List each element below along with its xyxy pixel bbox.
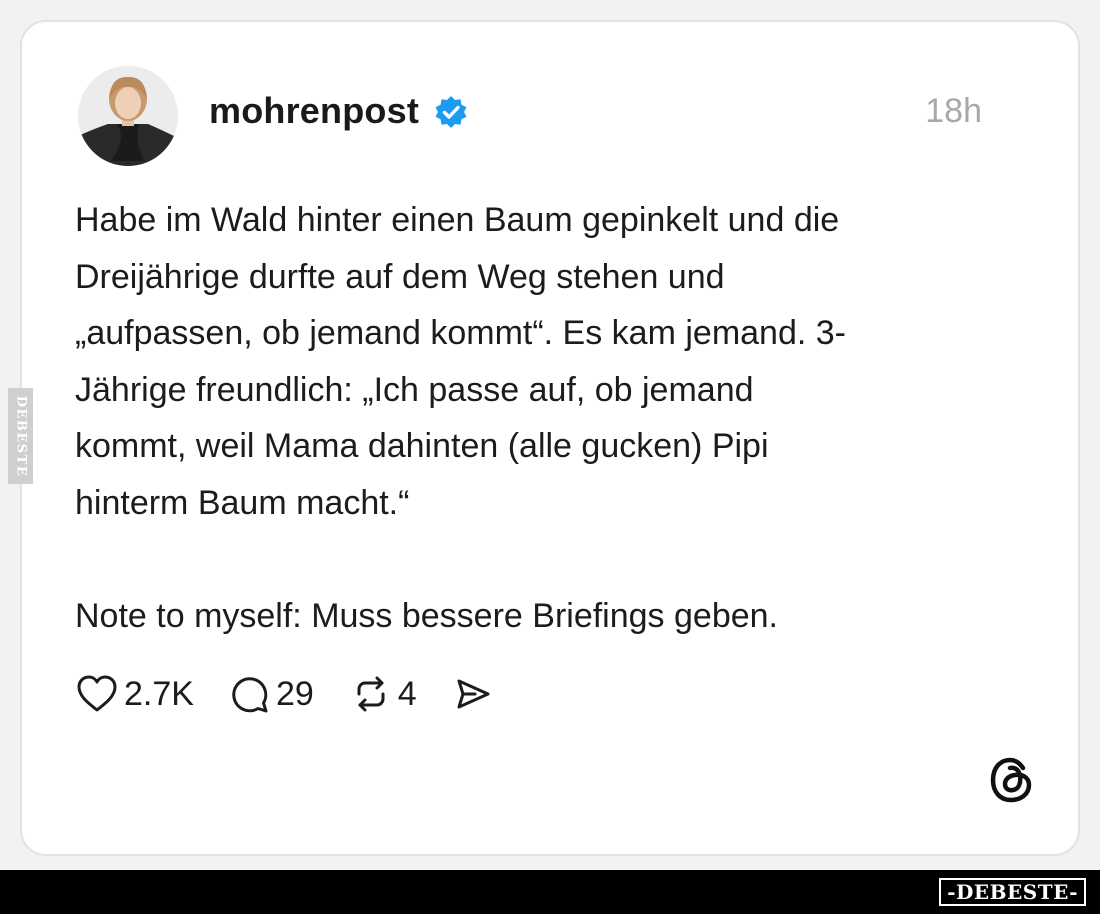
like-button[interactable]: 2.7K (76, 674, 194, 714)
repost-icon (357, 676, 385, 712)
threads-logo-icon[interactable] (988, 756, 1036, 804)
post-text-line: Dreijährige durfte auf dem Weg stehen un… (75, 257, 725, 296)
post-card: mohrenpost 18h Habe im Wald hinter einen… (20, 20, 1080, 856)
side-watermark-text: DEBESTE (13, 395, 28, 477)
post-note-line: Note to myself: Muss bessere Briefings g… (75, 596, 778, 635)
verified-badge-icon (435, 96, 467, 128)
comment-count: 29 (275, 674, 314, 713)
post-text-line: „aufpassen, ob jemand kommt“. Es kam jem… (75, 314, 846, 352)
post-body: Habe im Wald hinter einen Baum gepinkelt… (75, 192, 1015, 644)
username[interactable]: mohrenpost (209, 90, 419, 132)
bottom-bar: -DEBESTE- (0, 870, 1100, 914)
heart-icon (77, 675, 117, 712)
comment-icon (232, 677, 268, 713)
repost-button[interactable]: 4 (350, 674, 417, 714)
like-count: 2.7K (124, 674, 194, 713)
comment-button[interactable]: 29 (230, 674, 314, 714)
bottom-watermark: -DEBESTE- (939, 878, 1086, 906)
post-text-line: hinterm Baum macht.“ (75, 483, 410, 522)
share-button[interactable] (453, 674, 493, 714)
share-icon (457, 679, 490, 709)
post-text-line: Jährige freundlich: „Ich passe auf, ob j… (75, 370, 754, 409)
action-bar: 2.7K 29 4 (76, 672, 529, 716)
post-text-line: kommt, weil Mama dahinten (alle gucken) … (75, 427, 769, 465)
avatar[interactable] (78, 66, 178, 166)
avatar-image (78, 66, 178, 166)
post-timestamp: 18h (925, 92, 982, 130)
post-text-line: Habe im Wald hinter einen Baum gepinkelt… (75, 201, 840, 239)
side-watermark: DEBESTE (8, 388, 33, 484)
repost-count: 4 (397, 674, 417, 713)
